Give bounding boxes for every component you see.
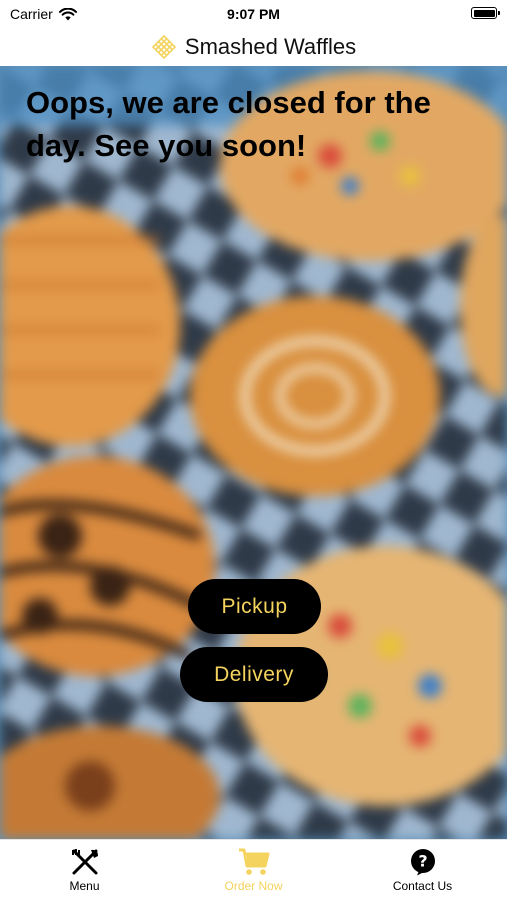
delivery-button[interactable]: Delivery [180, 647, 328, 702]
waffle-logo-icon [151, 34, 177, 60]
tab-contact-us[interactable]: ? Contact Us [338, 840, 507, 901]
cart-icon [238, 848, 269, 875]
tab-contact-us-label: Contact Us [392, 879, 453, 893]
waffles-background-image [0, 66, 507, 839]
tab-menu-label: Menu [69, 879, 100, 893]
closed-message: Oops, we are closed for the day. See you… [26, 85, 431, 164]
app-title: Smashed Waffles [184, 34, 357, 59]
svg-text:?: ? [418, 852, 427, 871]
fork-knife-icon [71, 849, 98, 875]
status-bar: Carrier 9:07 PM [0, 0, 507, 28]
tab-order-now[interactable]: Order Now [169, 840, 338, 901]
pickup-button[interactable]: Pickup [188, 579, 321, 634]
battery-icon [471, 7, 500, 19]
hero-area: Oops, we are closed for the day. See you… [0, 66, 507, 839]
tab-bar: Menu Order Now ? Contact Us [0, 839, 507, 901]
status-time: 9:07 PM [227, 6, 280, 22]
tab-order-now-label: Order Now [224, 879, 283, 893]
nav-bar: Smashed Waffles [0, 28, 507, 66]
tab-menu[interactable]: Menu [0, 840, 169, 901]
question-circle-icon: ? [410, 849, 435, 876]
